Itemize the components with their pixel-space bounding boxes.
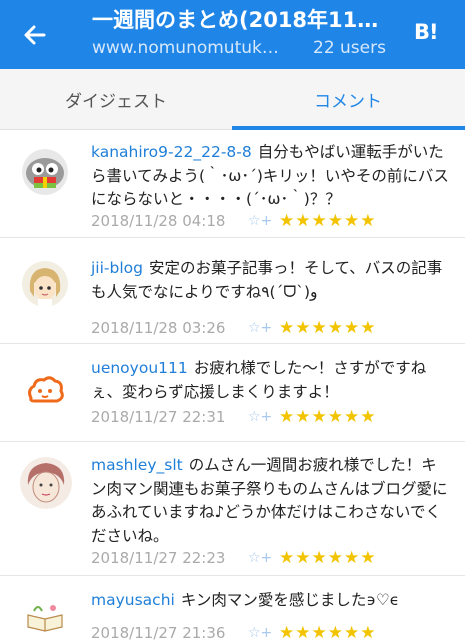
star-rating: ★★★★★★ <box>279 318 377 338</box>
tab-comments[interactable]: コメント <box>232 69 464 130</box>
comment-meta: 2018/11/28 03:26 ☆+ ★★★★★★ <box>91 318 451 338</box>
star-rating: ★★★★★★ <box>279 407 377 427</box>
comment-username[interactable]: mashley_slt <box>91 456 183 474</box>
open-book-icon <box>22 597 68 640</box>
comment-content: uenoyou111 お疲れ様でした～！さすがですねぇ、変わらず応援しまくりますよ… <box>91 357 451 404</box>
arrow-left-icon <box>24 25 46 45</box>
comment-item: jii-blog 安定のお菓子記事っ！そして、バスの記事も人気でなによりですね٩(… <box>0 239 465 344</box>
anime-girl-avatar[interactable] <box>22 261 68 307</box>
comment-username[interactable]: jii-blog <box>91 259 143 277</box>
comment-body: キン肉マン愛を感じました϶♡ϵ <box>180 591 400 609</box>
comment-username[interactable]: uenoyou111 <box>91 359 188 377</box>
comment-meta: 2018/11/27 22:23 ☆+ ★★★★★★ <box>91 548 451 568</box>
comment-date: 2018/11/28 04:18 <box>91 212 226 230</box>
page-title: 一週間のまとめ(2018年11… <box>92 8 379 32</box>
comment-text: mayusachi キン肉マン愛を感じました϶♡ϵ <box>91 589 451 613</box>
comment-text: kanahiro9-22_22-8-8 自分もやばい運転手がいたら書いてみよう(｀… <box>91 141 451 212</box>
page-url[interactable]: www.nomunomutuk… <box>92 37 292 59</box>
comment-text: uenoyou111 お疲れ様でした～！さすがですねぇ、変わらず応援しまくりますよ… <box>91 357 451 404</box>
comment-date: 2018/11/27 21:36 <box>91 624 226 640</box>
tab-bar: ダイジェスト コメント <box>0 69 465 130</box>
star-rating: ★★★★★★ <box>279 548 377 568</box>
comment-date: 2018/11/27 22:23 <box>91 549 226 567</box>
comment-item: uenoyou111 お疲れ様でした～！さすがですねぇ、変わらず応援しまくりますよ… <box>0 345 465 442</box>
comment-body: 安定のお菓子記事っ！そして、バスの記事も人気でなによりですね٩(ˊᗜˋ)و <box>91 259 443 301</box>
star-rating: ★★★★★★ <box>279 211 377 231</box>
add-star-button[interactable]: ☆+ <box>248 408 272 426</box>
comment-username[interactable]: kanahiro9-22_22-8-8 <box>91 143 252 161</box>
comment-meta: 2018/11/27 21:36 ☆+ ★★★★★★ <box>91 623 451 640</box>
hatena-bookmark-logo[interactable]: B! <box>414 20 442 44</box>
comment-meta: 2018/11/28 04:18 ☆+ ★★★★★★ <box>91 211 451 231</box>
add-star-button[interactable]: ☆+ <box>248 624 272 640</box>
girl-icon <box>22 261 68 307</box>
add-star-button[interactable]: ☆+ <box>248 549 272 567</box>
add-star-button[interactable]: ☆+ <box>248 319 272 337</box>
app-header: 一週間のまとめ(2018年11… www.nomunomutuk… 22 use… <box>0 0 465 69</box>
tab-digest[interactable]: ダイジェスト <box>0 69 232 130</box>
comment-content: kanahiro9-22_22-8-8 自分もやばい運転手がいたら書いてみよう(｀… <box>91 141 451 212</box>
face-sketch-icon <box>20 457 72 509</box>
comment-meta: 2018/11/27 22:31 ☆+ ★★★★★★ <box>91 407 451 427</box>
bookmark-user-count[interactable]: 22 users <box>313 37 386 59</box>
comment-text: mashley_slt のムさん一週間お疲れ様でした！キン肉マン関連もお菓子祭りも… <box>91 454 451 548</box>
comment-item: mayusachi キン肉マン愛を感じました϶♡ϵ 2018/11/27 21:3… <box>0 577 465 640</box>
active-tab-indicator <box>232 126 465 130</box>
green-robot-avatar[interactable] <box>22 149 68 195</box>
sketch-face-avatar[interactable] <box>20 457 72 509</box>
comment-content: jii-blog 安定のお菓子記事っ！そして、バスの記事も人気でなによりですね٩(… <box>91 257 451 304</box>
comment-item: mashley_slt のムさん一週間お疲れ様でした！キン肉マン関連もお菓子祭りも… <box>0 443 465 576</box>
comment-text: jii-blog 安定のお菓子記事っ！そして、バスの記事も人気でなによりですね٩(… <box>91 257 451 304</box>
book-avatar[interactable] <box>22 597 68 640</box>
cloud-face-icon <box>22 368 68 414</box>
comment-date: 2018/11/27 22:31 <box>91 408 226 426</box>
comment-item: kanahiro9-22_22-8-8 自分もやばい運転手がいたら書いてみよう(｀… <box>0 131 465 238</box>
comment-content: mayusachi キン肉マン愛を感じました϶♡ϵ <box>91 589 451 613</box>
comment-username[interactable]: mayusachi <box>91 591 175 609</box>
comment-content: mashley_slt のムさん一週間お疲れ様でした！キン肉マン関連もお菓子祭りも… <box>91 454 451 548</box>
star-rating: ★★★★★★ <box>279 623 377 640</box>
orange-cloud-avatar[interactable] <box>22 368 68 414</box>
comment-date: 2018/11/28 03:26 <box>91 319 226 337</box>
add-star-button[interactable]: ☆+ <box>248 212 272 230</box>
back-button[interactable] <box>14 14 56 56</box>
robot-icon <box>22 149 68 195</box>
